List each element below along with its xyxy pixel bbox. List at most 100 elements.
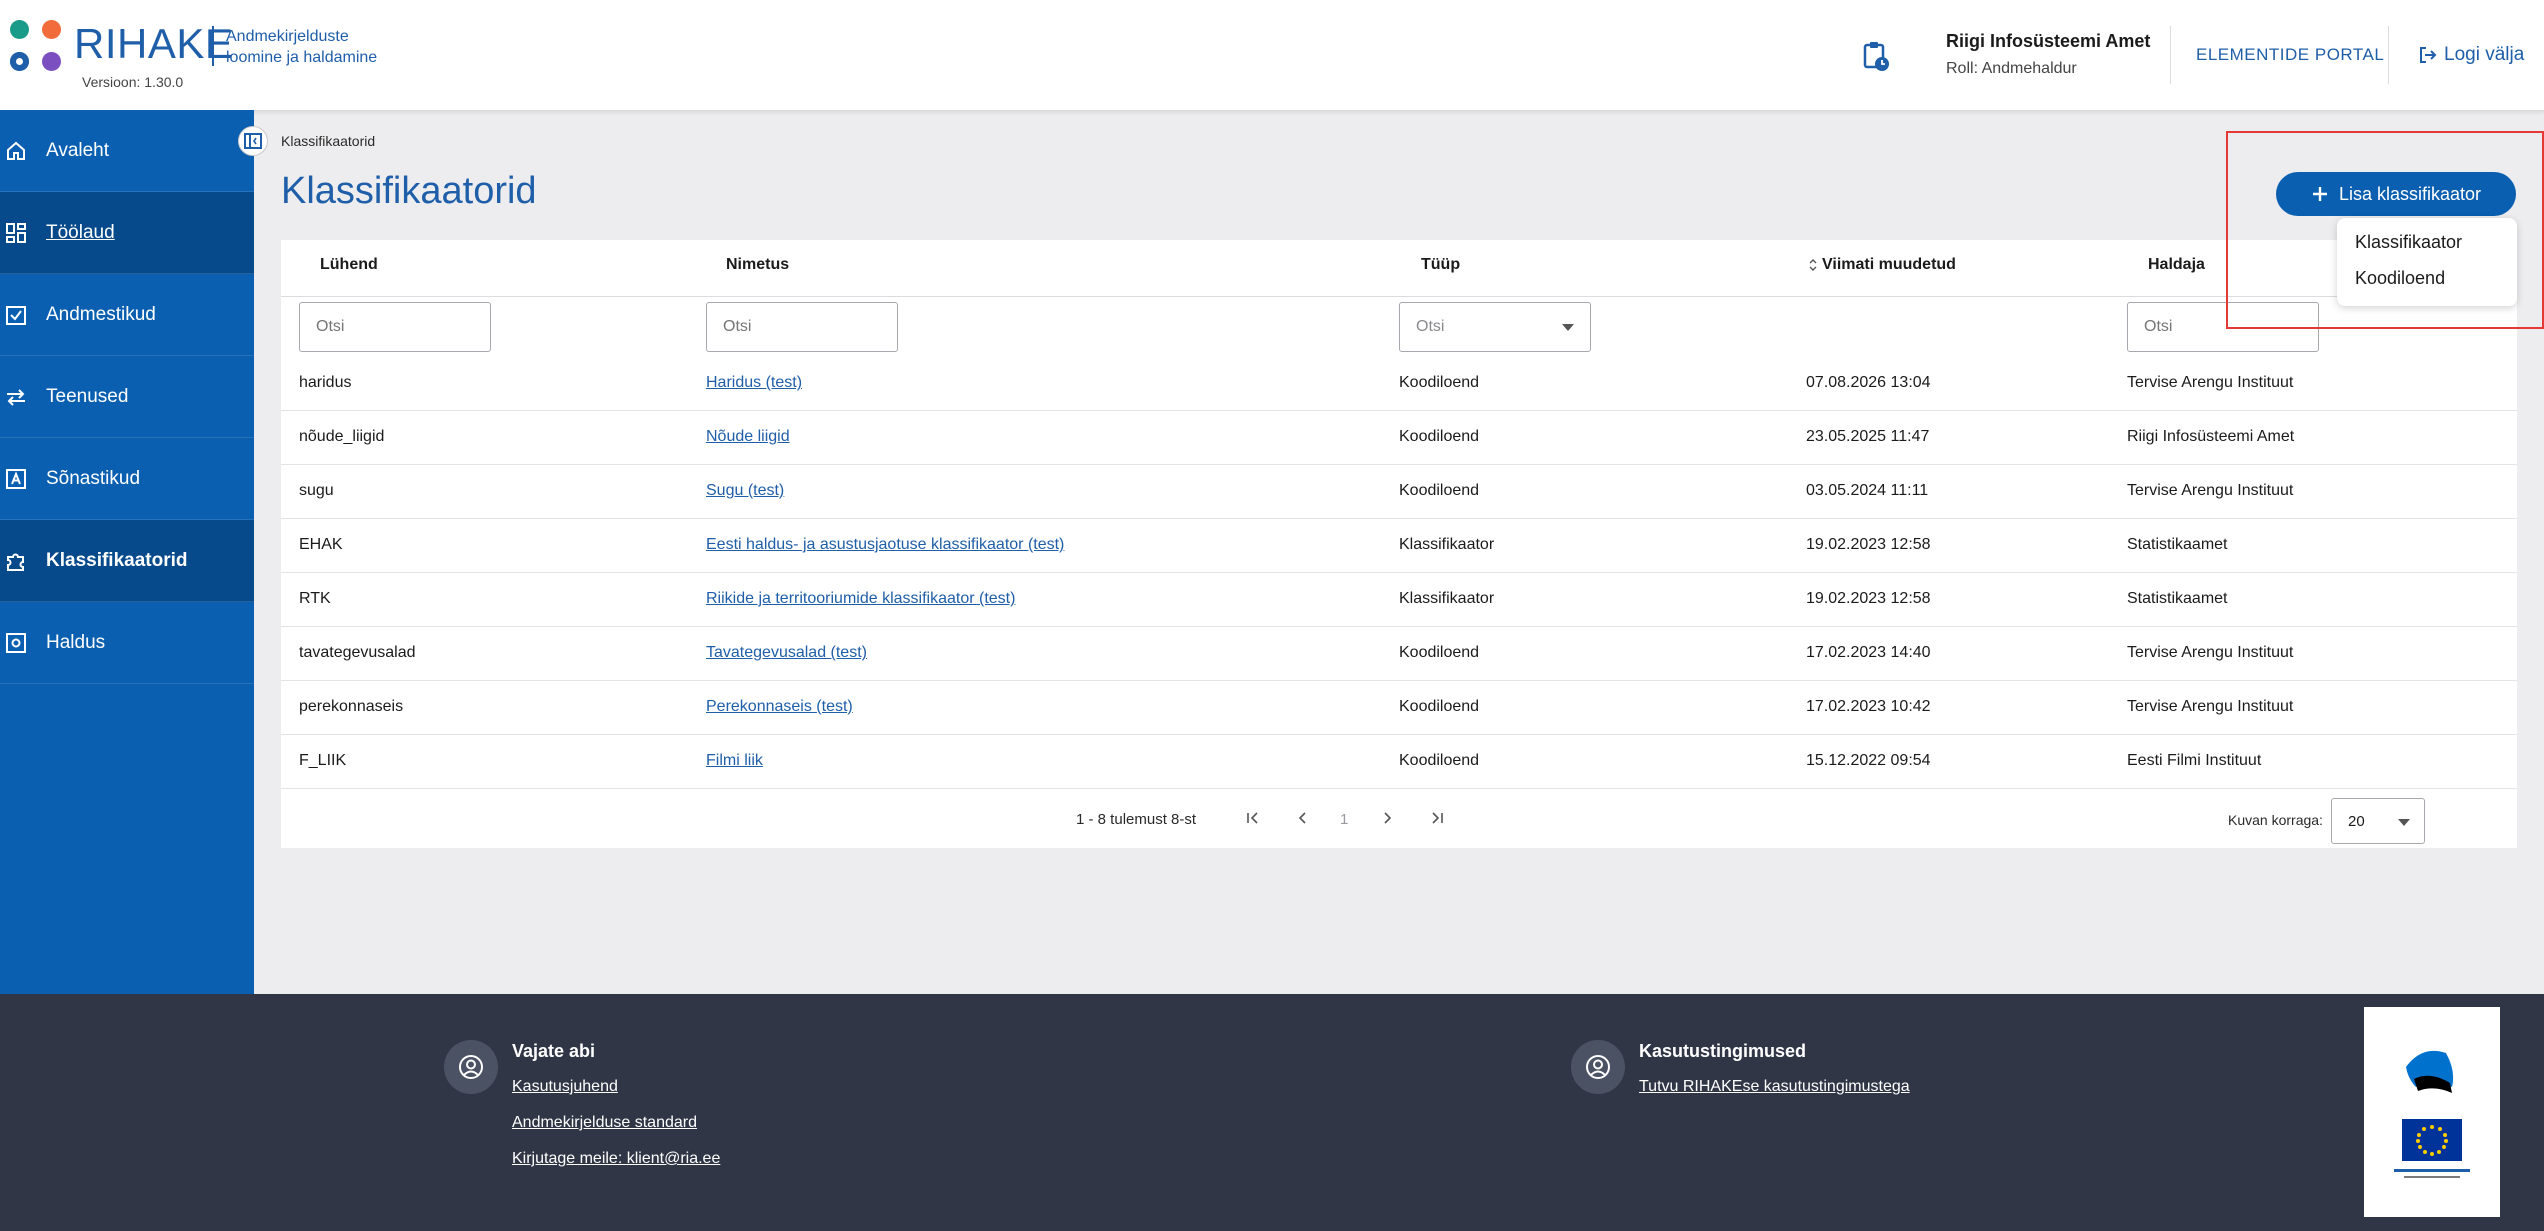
cell-type: Koodiloend: [1399, 428, 1480, 445]
help-link-email[interactable]: Kirjutage meile: klient@ria.ee: [512, 1150, 720, 1168]
settings-icon: [6, 632, 26, 653]
sidebar-collapse-button[interactable]: [238, 126, 268, 156]
cell-modified: 17.02.2023 14:40: [1806, 644, 1931, 661]
checkbox-icon: [6, 305, 26, 325]
header: RIHAKE Andmekirjelduste loomine ja halda…: [0, 0, 2544, 111]
org-name: Riigi Infosüsteemi Amet: [1946, 31, 2151, 51]
filter-code-input[interactable]: [299, 302, 491, 352]
prev-page-button[interactable]: [1291, 806, 1315, 830]
column-header-name[interactable]: Nimetus: [726, 256, 789, 274]
sidebar-item-toolaud[interactable]: Töölaud: [0, 192, 254, 274]
next-page-button[interactable]: [1375, 806, 1399, 830]
filter-type-select[interactable]: Otsi: [1399, 302, 1591, 352]
home-icon: [7, 141, 25, 160]
last-page-button[interactable]: [1425, 806, 1449, 830]
column-header-code[interactable]: Lühend: [320, 256, 378, 274]
logo-icon[interactable]: [10, 20, 64, 74]
cell-modified: 03.05.2024 11:11: [1806, 482, 1929, 499]
dashboard-icon: [6, 222, 26, 243]
help-user-icon: [444, 1040, 498, 1094]
column-header-label: Viimati muudetud: [1822, 256, 1956, 273]
cell-code: nõude_liigid: [299, 428, 385, 445]
version-label: Versioon: 1.30.0: [82, 74, 184, 90]
sidebar-item-teenused[interactable]: Teenused: [0, 356, 254, 438]
cell-code: EHAK: [299, 536, 343, 553]
cell-type: Koodiloend: [1399, 482, 1480, 499]
cell-type: Koodiloend: [1399, 752, 1480, 769]
table-row: perekonnaseis Perekonnaseis (test) Koodilo…: [281, 681, 2517, 735]
first-page-icon: [1247, 812, 1258, 824]
logout-label: Logi välja: [2444, 44, 2525, 65]
column-header-type[interactable]: Tüüp: [1421, 256, 1460, 274]
first-page-button[interactable]: [1241, 806, 1265, 830]
sidebar-collapse-icon: [244, 133, 262, 149]
app-subtitle-line1: Andmekirjelduste: [226, 28, 349, 45]
cell-modified: 19.02.2023 12:58: [1806, 536, 1931, 553]
cell-name[interactable]: Haridus (test): [706, 374, 802, 392]
chevron-down-icon: [1562, 324, 1574, 331]
chevron-right-icon: [1384, 812, 1392, 824]
external-portal-link[interactable]: ELEMENTIDE PORTAL: [2196, 45, 2384, 65]
cell-owner: Tervise Arengu Instituut: [2127, 644, 2294, 661]
table-row: haridus Haridus (test) Koodiloend 07.08.202…: [281, 357, 2517, 411]
help-link-standard[interactable]: Andmekirjelduse standard: [512, 1114, 697, 1132]
page-title: Klassifikaatorid: [281, 170, 537, 212]
table-row: nõude_liigid Nõude liigid Koodiloend 23.05.…: [281, 411, 2517, 465]
header-divider: [2170, 26, 2171, 84]
cell-name[interactable]: Sugu (test): [706, 482, 784, 500]
cell-owner: Statistikaamet: [2127, 590, 2228, 607]
dictionary-icon: [6, 468, 26, 489]
last-page-icon: [1432, 812, 1443, 824]
cell-code: F_LIIK: [299, 752, 347, 769]
column-header-owner[interactable]: Haldaja: [2148, 256, 2205, 274]
sidebar-item-klassifikaatorid[interactable]: Klassifikaatorid: [0, 520, 254, 602]
cell-code: RTK: [299, 590, 331, 607]
sidebar-item-andmestikud[interactable]: Andmestikud: [0, 274, 254, 356]
per-page-label: Kuvan korraga:: [2228, 812, 2323, 828]
cell-name[interactable]: Perekonnaseis (test): [706, 698, 853, 716]
highlight-box: [2226, 131, 2544, 329]
table-row: RTK Riikide ja territooriumide klassifika…: [281, 573, 2517, 627]
sidebar-item-sonastikud[interactable]: Sõnastikud: [0, 438, 254, 520]
cell-modified: 23.05.2025 11:47: [1806, 428, 1930, 445]
per-page-value: 20: [2348, 812, 2365, 830]
funding-logos: [2364, 1007, 2500, 1217]
user-role: Roll: Andmehaldur: [1946, 60, 2077, 77]
column-header-modified[interactable]: Viimati muudetud: [1808, 256, 1956, 274]
terms-link[interactable]: Tutvu RIHAKEse kasutustingimustega: [1639, 1078, 1910, 1096]
logout-button[interactable]: Logi välja: [2418, 44, 2524, 66]
app-subtitle-line2: loomine ja haldamine: [226, 49, 378, 66]
sidebar-item-label: Sõnastikud: [46, 467, 141, 489]
cell-type: Klassifikaator: [1399, 536, 1495, 553]
cell-owner: Tervise Arengu Instituut: [2127, 482, 2294, 499]
per-page-select[interactable]: 20: [2331, 798, 2425, 844]
current-page: 1: [1340, 811, 1349, 828]
help-title: Vajate abi: [512, 1041, 596, 1061]
sidebar-item-avaleht[interactable]: Avaleht: [0, 110, 254, 192]
table-row: EHAK Eesti haldus- ja asustusjaotuse klas…: [281, 519, 2517, 573]
chevron-left-icon: [1298, 812, 1306, 824]
cell-owner: Tervise Arengu Instituut: [2127, 374, 2294, 391]
cell-modified: 15.12.2022 09:54: [1806, 752, 1931, 769]
sidebar-item-label: Andmestikud: [46, 303, 156, 325]
cell-type: Koodiloend: [1399, 374, 1480, 391]
cell-name[interactable]: Filmi liik: [706, 752, 763, 770]
filter-name-input[interactable]: [706, 302, 898, 352]
app-name[interactable]: RIHAKE: [74, 20, 233, 68]
cell-code: sugu: [299, 482, 334, 499]
help-link-guide[interactable]: Kasutusjuhend: [512, 1078, 618, 1096]
app-subtitle: Andmekirjelduste loomine ja haldamine: [226, 26, 377, 68]
cell-name[interactable]: Tavategevusalad (test): [706, 644, 867, 662]
sidebar-item-label: Klassifikaatorid: [46, 549, 188, 571]
logo-divider: [212, 26, 214, 66]
pagination-info: 1 - 8 tulemust 8-st: [1076, 811, 1197, 828]
clipboard-clock-icon[interactable]: [1862, 40, 1890, 72]
terms-title: Kasutustingimused: [1639, 1041, 1807, 1061]
cell-name[interactable]: Nõude liigid: [706, 428, 790, 446]
sidebar-item-haldus[interactable]: Haldus: [0, 602, 254, 684]
filter-type-placeholder: Otsi: [1416, 318, 1445, 335]
cell-name[interactable]: Riikide ja territooriumide klassifikaato…: [706, 590, 1015, 608]
cell-name[interactable]: Eesti haldus- ja asustusjaotuse klassifi…: [706, 536, 1064, 554]
header-divider: [281, 296, 2517, 297]
cell-modified: 07.08.2026 13:04: [1806, 374, 1931, 391]
